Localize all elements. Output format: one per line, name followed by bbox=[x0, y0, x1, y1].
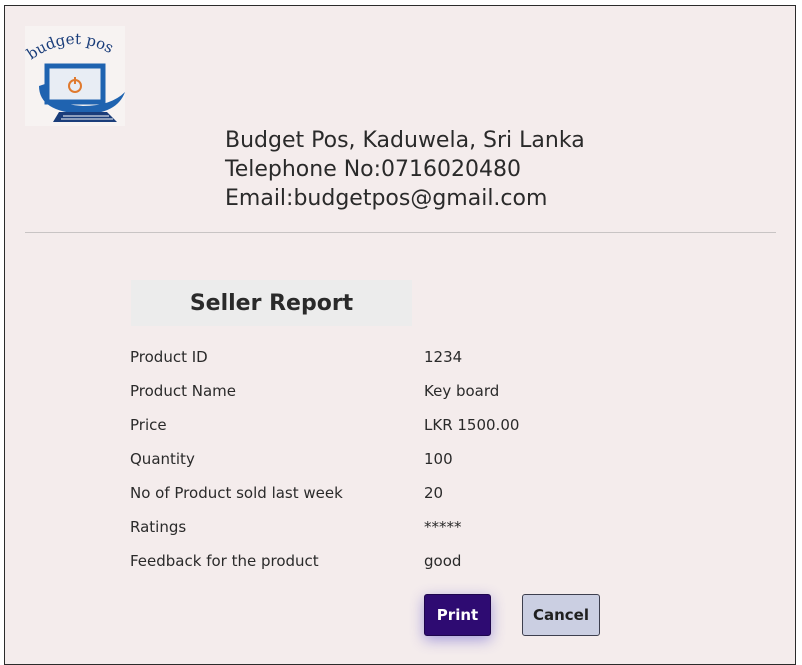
report-title: Seller Report bbox=[131, 280, 412, 326]
field-value: Key board bbox=[424, 382, 500, 400]
print-button[interactable]: Print bbox=[424, 594, 491, 636]
row-product-id: Product ID 1234 bbox=[130, 348, 690, 372]
row-feedback: Feedback for the product good bbox=[130, 552, 690, 576]
row-price: Price LKR 1500.00 bbox=[130, 416, 690, 440]
field-value: 100 bbox=[424, 450, 453, 468]
field-value: 1234 bbox=[424, 348, 463, 366]
logo-text: budget pos bbox=[25, 30, 116, 63]
field-label: No of Product sold last week bbox=[130, 484, 343, 502]
company-name: Budget Pos, Kaduwela, Sri Lanka bbox=[225, 128, 585, 153]
field-label: Feedback for the product bbox=[130, 552, 319, 570]
logo-graphic: budget pos bbox=[25, 30, 125, 122]
row-ratings: Ratings ***** bbox=[130, 518, 690, 542]
field-label: Price bbox=[130, 416, 167, 434]
field-value: good bbox=[424, 552, 462, 570]
company-info: Budget Pos, Kaduwela, Sri Lanka Telephon… bbox=[225, 126, 585, 213]
budget-pos-logo: budget pos bbox=[25, 26, 125, 126]
field-label: Product ID bbox=[130, 348, 208, 366]
company-telephone: Telephone No:0716020480 bbox=[225, 157, 522, 182]
field-label: Product Name bbox=[130, 382, 236, 400]
field-value: LKR 1500.00 bbox=[424, 416, 520, 434]
field-value: 20 bbox=[424, 484, 444, 502]
header-divider bbox=[25, 232, 776, 233]
row-sold-last-week: No of Product sold last week 20 bbox=[130, 484, 690, 508]
field-value: ***** bbox=[424, 518, 462, 536]
cancel-button[interactable]: Cancel bbox=[522, 594, 600, 636]
field-label: Ratings bbox=[130, 518, 187, 536]
row-quantity: Quantity 100 bbox=[130, 450, 690, 474]
report-page: budget pos Budget Pos, Kaduwela, Sri Lan… bbox=[4, 5, 796, 665]
field-label: Quantity bbox=[130, 450, 195, 468]
company-email: Email:budgetpos@gmail.com bbox=[225, 186, 548, 211]
row-product-name: Product Name Key board bbox=[130, 382, 690, 406]
